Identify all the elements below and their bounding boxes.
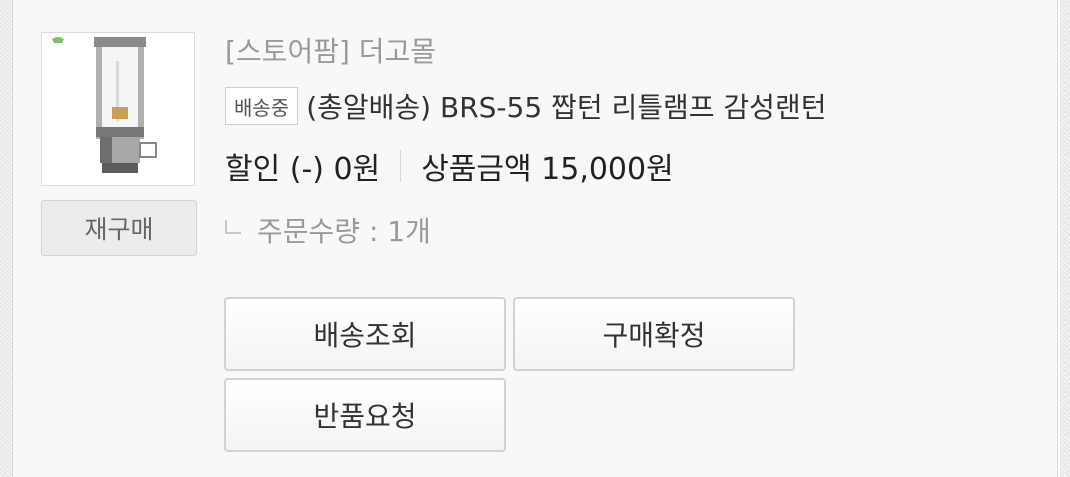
return-request-label: 반품요청	[313, 400, 417, 433]
price-row: 할인 (-) 0원 상품금액 15,000원	[225, 144, 674, 188]
confirm-purchase-button[interactable]: 구매확정	[513, 297, 795, 371]
sub-item-corner-icon	[225, 220, 241, 234]
return-request-button[interactable]: 반품요청	[224, 378, 506, 452]
seller-name[interactable]: [스토어팜] 더고몰	[225, 30, 436, 70]
product-price-text: 상품금액 15,000원	[421, 152, 674, 187]
product-title-row: 배송중 (총알배송) BRS-55 짭턴 리틀램프 감성랜턴	[225, 86, 826, 126]
product-thumbnail[interactable]	[41, 32, 195, 186]
confirm-purchase-label: 구매확정	[602, 319, 706, 352]
quantity-text: 주문수량 : 1개	[257, 215, 431, 248]
rebuy-button[interactable]: 재구매	[41, 200, 197, 256]
right-edge-pattern	[1060, 0, 1070, 477]
left-edge-pattern	[0, 0, 12, 477]
order-item-card: 재구매 [스토어팜] 더고몰 배송중 (총알배송) BRS-55 짭턴 리틀램프…	[12, 0, 1058, 477]
track-delivery-label: 배송조회	[313, 319, 417, 352]
rebuy-label: 재구매	[84, 215, 154, 244]
product-name[interactable]: (총알배송) BRS-55 짭턴 리틀램프 감성랜턴	[306, 86, 826, 126]
price-divider	[400, 150, 402, 182]
discount-text: 할인 (-) 0원	[225, 152, 381, 187]
track-delivery-button[interactable]: 배송조회	[224, 297, 506, 371]
gas-lantern-icon	[52, 37, 157, 173]
quantity-row: 주문수량 : 1개	[225, 210, 431, 250]
shipping-status-badge: 배송중	[225, 87, 299, 125]
